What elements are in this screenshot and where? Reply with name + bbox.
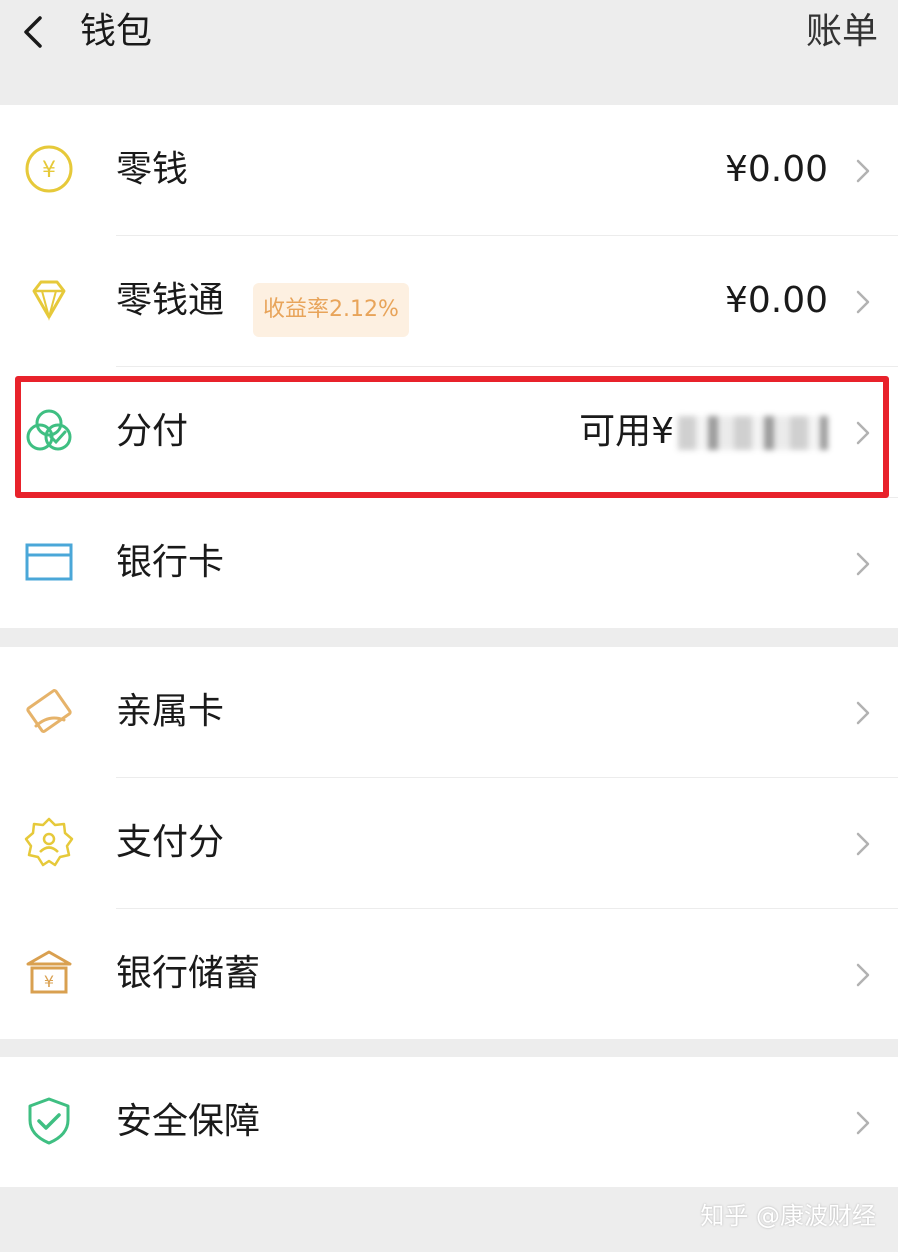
change-balance: ¥0.00	[724, 149, 828, 190]
row-label: 安全保障	[116, 1101, 261, 1142]
svg-text:¥: ¥	[42, 158, 56, 183]
bill-button[interactable]: 账单	[806, 6, 878, 58]
shield-check-icon	[22, 1094, 76, 1148]
svg-text:¥: ¥	[44, 972, 54, 991]
chevron-right-icon	[854, 419, 872, 447]
page-title: 钱包	[80, 11, 153, 52]
row-label: 分付	[116, 411, 189, 452]
fenfu-available: 可用¥	[579, 407, 828, 457]
fenfu-icon	[22, 404, 76, 458]
family-card-icon	[22, 684, 76, 738]
chevron-right-icon	[854, 699, 872, 727]
chevron-right-icon	[854, 1109, 872, 1137]
pay-score-icon	[22, 815, 76, 869]
top-bar: 钱包 账单	[0, 0, 898, 105]
change-plus-balance: ¥0.00	[724, 280, 828, 321]
chevron-right-icon	[854, 961, 872, 989]
row-label: 零钱	[116, 149, 189, 190]
row-pay-score[interactable]: 支付分	[0, 778, 898, 909]
row-label: 银行卡	[116, 542, 225, 583]
wallet-group-security: 安全保障	[0, 1057, 898, 1187]
wallet-group-services: 亲属卡 支付分 ¥ 银行储蓄	[0, 647, 898, 1039]
chevron-right-icon	[854, 550, 872, 578]
row-change[interactable]: ¥ 零钱 ¥0.00	[0, 105, 898, 236]
chevron-right-icon	[854, 830, 872, 858]
bank-building-icon: ¥	[22, 946, 76, 1000]
row-label: 银行储蓄	[116, 953, 261, 994]
diamond-icon	[22, 273, 76, 327]
row-label: 亲属卡	[116, 691, 225, 732]
row-fenfu[interactable]: 分付 可用¥	[0, 367, 898, 498]
row-label: 支付分	[116, 822, 225, 863]
yuan-coin-icon: ¥	[22, 142, 76, 196]
bank-card-icon	[22, 535, 76, 589]
row-change-plus[interactable]: 零钱通 收益率2.12% ¥0.00	[0, 236, 898, 367]
chevron-right-icon	[854, 157, 872, 185]
watermark: 知乎 @康波财经	[700, 1202, 876, 1230]
row-label: 零钱通	[116, 280, 225, 321]
row-security[interactable]: 安全保障	[0, 1057, 898, 1188]
wallet-group-balance: ¥ 零钱 ¥0.00 零钱通 收益率2.12% ¥0.00 分付 可用¥ 银行卡	[0, 105, 898, 628]
chevron-right-icon	[854, 288, 872, 316]
row-bank-savings[interactable]: ¥ 银行储蓄	[0, 909, 898, 1040]
row-family-card[interactable]: 亲属卡	[0, 647, 898, 778]
yield-rate-badge: 收益率2.12%	[253, 283, 409, 337]
row-bank-card[interactable]: 银行卡	[0, 498, 898, 629]
back-icon[interactable]	[16, 12, 52, 52]
available-prefix: 可用¥	[579, 411, 674, 452]
blurred-amount	[678, 416, 828, 450]
